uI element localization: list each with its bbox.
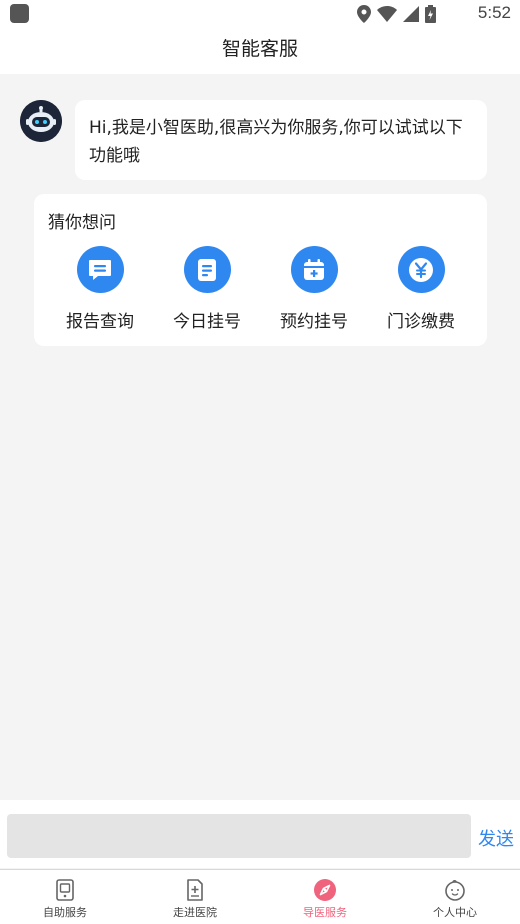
baby-face-icon [390, 878, 520, 902]
status-time: 5:52 [477, 3, 511, 22]
message-icon [76, 246, 124, 293]
tab-personal-center[interactable]: 个人中心 [390, 870, 520, 924]
compass-icon [260, 878, 390, 902]
suggestion-label: 门诊缴费 [387, 312, 455, 332]
tab-label: 个人中心 [433, 906, 477, 919]
send-button[interactable]: 发送 [478, 825, 514, 851]
bottom-tab-bar: 自助服务 走进医院 导医服务 个人中心 [0, 869, 520, 924]
yuan-icon [397, 246, 445, 293]
suggestion-today-register[interactable]: 今日挂号 [155, 246, 259, 336]
tab-label: 走进医院 [173, 906, 217, 919]
title-bar: 智能客服 [0, 28, 520, 74]
tab-self-service[interactable]: 自助服务 [0, 870, 130, 924]
suggestion-outpatient-payment[interactable]: 门诊缴费 [369, 246, 473, 336]
battery-icon [425, 5, 436, 23]
calendar-plus-icon [290, 246, 338, 293]
suggestion-label: 报告查询 [66, 312, 134, 332]
wifi-icon [377, 6, 397, 22]
app-notification-icon [10, 4, 29, 23]
tab-visit-hospital[interactable]: 走进医院 [130, 870, 260, 924]
suggestion-label: 预约挂号 [280, 312, 348, 332]
suggestion-appointment-register[interactable]: 预约挂号 [262, 246, 366, 336]
document-icon [183, 246, 231, 293]
robot-icon [20, 100, 62, 142]
message-input[interactable] [7, 814, 471, 858]
hospital-doc-icon [130, 878, 260, 902]
composer: 发送 [0, 800, 520, 868]
phone-card-icon [0, 878, 130, 902]
status-bar: 5:52 [0, 0, 520, 28]
suggestions-card: 猜你想问 报告查询 今日挂号 预约挂号 门诊缴费 [34, 194, 487, 346]
bot-message-bubble: Hi,我是小智医助,很高兴为你服务,你可以试试以下功能哦 [75, 100, 487, 180]
status-icons [357, 5, 436, 23]
page-title: 智能客服 [221, 38, 298, 60]
signal-icon [403, 6, 419, 22]
tab-label: 自助服务 [43, 906, 87, 919]
suggestion-report-query[interactable]: 报告查询 [48, 246, 152, 336]
tab-guide-service[interactable]: 导医服务 [260, 870, 390, 924]
bot-avatar [20, 100, 62, 142]
location-icon [357, 5, 371, 23]
suggestion-label: 今日挂号 [173, 312, 241, 332]
suggestions-title: 猜你想问 [48, 213, 116, 233]
tab-label: 导医服务 [303, 906, 347, 919]
